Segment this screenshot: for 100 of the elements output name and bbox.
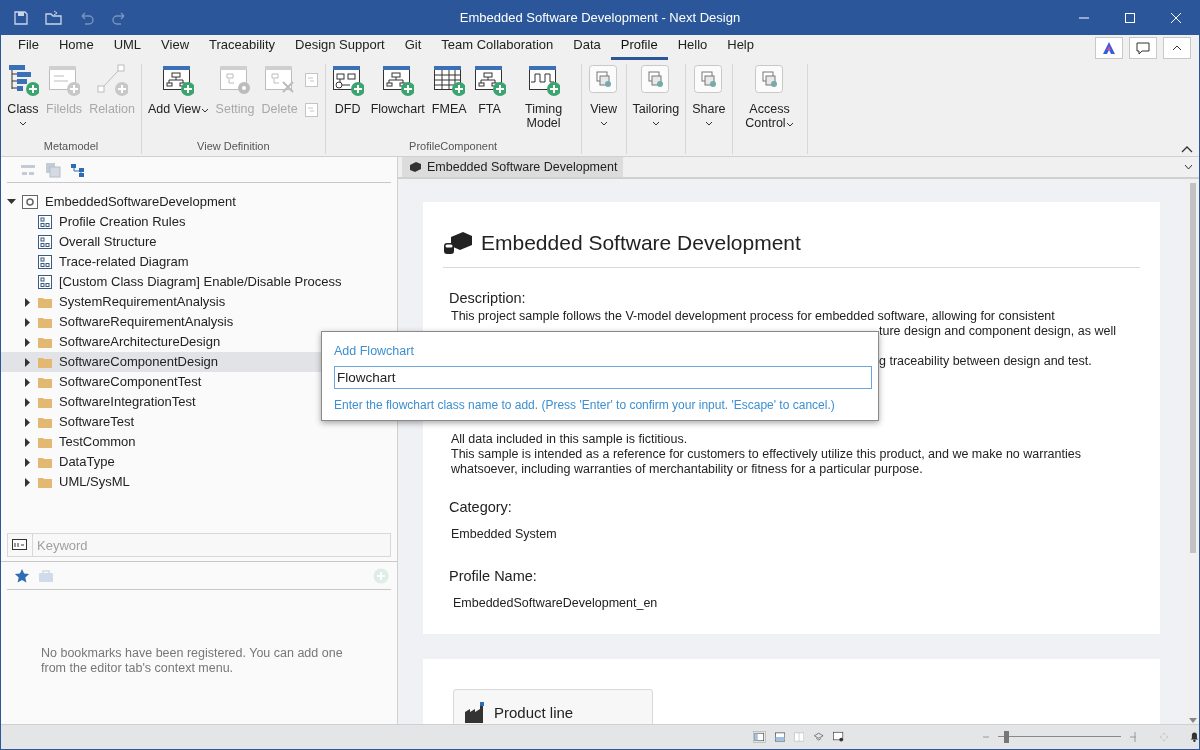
- notice-text: All data included in this sample is fictitious.: [451, 432, 689, 448]
- folder-icon: [38, 296, 52, 308]
- star-icon[interactable]: [14, 567, 30, 584]
- menu-tab[interactable]: Git: [394, 34, 432, 60]
- folder-icon: [38, 316, 52, 328]
- diagram-icon: [38, 235, 52, 249]
- diagram-icon: [38, 275, 52, 289]
- folder-icon: [38, 356, 52, 368]
- tile-icon: [639, 64, 672, 96]
- tree-item[interactable]: Profile Creation Rules: [1, 212, 397, 232]
- text-filter-icon[interactable]: [12, 539, 28, 551]
- table-icon: [433, 64, 466, 96]
- tree-item[interactable]: SoftwareRequirementAnalysis: [1, 312, 397, 332]
- folder-icon: [38, 416, 52, 428]
- field-value: EmbeddedSoftwareDevelopment_en: [452, 594, 659, 612]
- tile-icon: [587, 64, 620, 96]
- menu-tab[interactable]: Design Support: [285, 34, 395, 60]
- ribbon-button[interactable]: Class: [4, 64, 42, 130]
- menu-tab[interactable]: Traceability: [199, 34, 286, 60]
- menu-tab[interactable]: Profile: [610, 34, 668, 60]
- menu-tab[interactable]: View: [151, 34, 200, 60]
- ribbon-button[interactable]: DFD: [328, 64, 367, 116]
- empty-message: No bookmarks have been registered. You can add one from the editor tab's context menu.: [40, 645, 344, 676]
- diagram-gear-icon: [219, 64, 252, 96]
- menu-tab[interactable]: Hello: [667, 34, 718, 60]
- field-label: Description:: [449, 288, 527, 308]
- logo-button[interactable]: [1095, 37, 1123, 59]
- field-label: Category:: [449, 498, 513, 518]
- tree-item[interactable]: Overall Structure: [1, 232, 397, 252]
- caret-up-icon: [1172, 45, 1182, 51]
- tabs-dropdown-icon[interactable]: [1184, 164, 1193, 170]
- speech-bubble-icon: [1136, 41, 1150, 55]
- class-tree-icon: [7, 64, 39, 96]
- product-line-button[interactable]: Product line: [453, 689, 653, 724]
- tree-item[interactable]: SystemRequirementAnalysis: [1, 292, 397, 312]
- caret-icon: [785, 121, 794, 128]
- maximize-icon: [1125, 12, 1135, 23]
- tree-item[interactable]: [Custom Class Diagram] Enable/Disable Process: [1, 272, 397, 292]
- tree-item[interactable]: SoftwareTest: [1, 412, 397, 432]
- editor-tab[interactable]: Embedded Software Development: [402, 157, 624, 177]
- ribbon-button[interactable]: Share: [689, 64, 729, 130]
- tile-icon: [753, 64, 786, 96]
- notice-text: This sample is intended as a reference for customers to effectively utilize this product, and we make no warranties whatsoever, including warranties of merchantability or fitness for a particular purpose.: [451, 447, 1082, 478]
- tree-item[interactable]: UML/SysML: [1, 472, 397, 492]
- fields-icon: [48, 64, 81, 96]
- vertical-scrollbar[interactable]: [1187, 179, 1199, 724]
- menu-tab[interactable]: Home: [48, 34, 104, 60]
- tree-item[interactable]: EmbeddedSoftwareDevelopment: [1, 192, 397, 212]
- save-icon[interactable]: [13, 9, 29, 26]
- link-nodes-icon[interactable]: [70, 161, 86, 178]
- menu-tab[interactable]: Help: [717, 34, 764, 60]
- name-input-field[interactable]: Flowchart: [334, 366, 872, 389]
- caret-icon: [651, 120, 660, 127]
- relation-icon: [96, 64, 129, 96]
- description-text: This project sample follows the V-model development process for embedded software, allowing for consistent: [450, 309, 1055, 325]
- caret-icon: [599, 120, 608, 127]
- overview-title: Embedded Software Development: [481, 230, 801, 256]
- ribbon-button[interactable]: Timing Model: [509, 64, 578, 130]
- folder-icon: [38, 436, 52, 448]
- triangle-logo-icon: [1102, 41, 1116, 55]
- diagram-icon: [38, 215, 52, 229]
- ribbon-button[interactable]: Add View: [145, 64, 212, 117]
- layout-split-icon[interactable]: [774, 730, 785, 744]
- description-text: ture design and component design, as well: [879, 324, 1116, 340]
- group-label: Metamodel: [42, 139, 100, 154]
- description-text: g traceability between design and test.: [879, 354, 1092, 370]
- layout-left-icon[interactable]: [753, 728, 766, 746]
- zoom-slider[interactable]: [998, 730, 1121, 744]
- menu-tab[interactable]: UML: [103, 34, 152, 60]
- folder-icon: [38, 396, 52, 408]
- folder-icon: [38, 336, 52, 348]
- folder-icon: [38, 476, 52, 488]
- expanded-arrow-icon[interactable]: [6, 199, 16, 205]
- ribbon-button[interactable]: Tailoring: [629, 64, 683, 130]
- folder-icon[interactable]: [45, 9, 63, 26]
- tree-item[interactable]: Trace-related Diagram: [1, 252, 397, 272]
- ribbon-button[interactable]: View: [584, 64, 623, 130]
- collapse-caret-icon[interactable]: [1181, 145, 1193, 153]
- tree-item[interactable]: DataType: [1, 452, 397, 472]
- package-icon: [408, 161, 422, 173]
- ribbon-button[interactable]: FMEA: [428, 64, 470, 116]
- data-flow-icon: [331, 64, 364, 96]
- ribbon-button[interactable]: Flowchart: [367, 64, 428, 116]
- menu-tab[interactable]: Team Collaboration: [431, 34, 564, 60]
- menu-tab[interactable]: Data: [563, 34, 611, 60]
- timing-chart-icon: [527, 64, 560, 96]
- ribbon-button[interactable]: FTA: [470, 64, 509, 116]
- package-icon: [443, 230, 473, 255]
- folder-icon: [38, 456, 52, 468]
- caret-icon: [200, 107, 209, 114]
- window-title: Embedded Software Development - Next Design: [458, 8, 742, 27]
- factory-icon: [464, 702, 486, 724]
- ribbon-button[interactable]: Access Control: [735, 64, 804, 131]
- diagram-add-icon: [473, 64, 506, 96]
- comment-button[interactable]: [1129, 37, 1157, 59]
- tree-item[interactable]: TestCommon: [1, 432, 397, 452]
- group-label: ProfileComponent: [408, 139, 499, 154]
- group-label: View Definition: [196, 139, 271, 154]
- menu-tab[interactable]: File: [8, 34, 49, 60]
- diagram-icon: [38, 255, 52, 269]
